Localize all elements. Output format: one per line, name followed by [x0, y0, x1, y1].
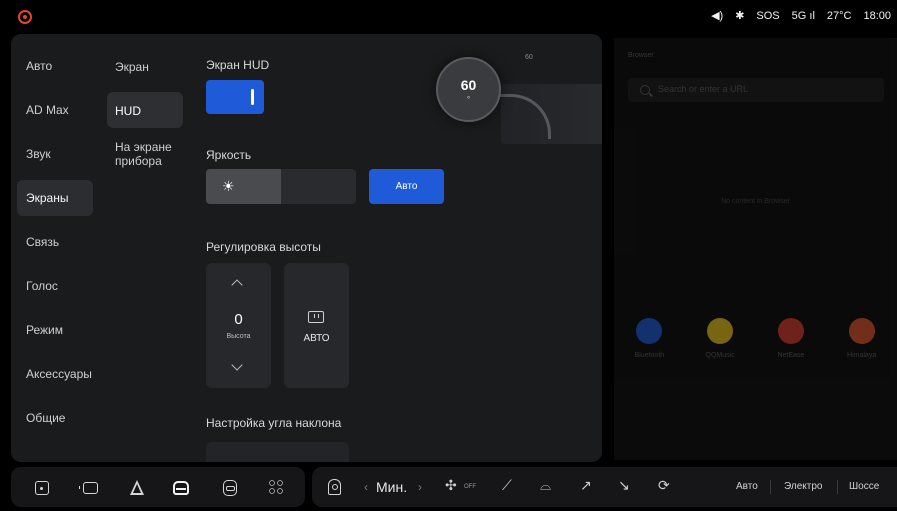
tilt-title: Настройка угла наклона [206, 416, 342, 430]
climate-mode-value: Мин. [376, 479, 408, 495]
apps-grid-icon[interactable] [269, 480, 283, 494]
fan-off-label: OFF [464, 484, 476, 490]
hud-speed-unit: ° [466, 95, 471, 104]
app-label: QQMusic [705, 352, 735, 359]
nav-item-screens[interactable]: Экраны [17, 180, 93, 216]
height-auto-label: АВТО [303, 333, 330, 344]
sun-icon: ☀ [222, 178, 235, 194]
bluetooth-app-icon [636, 318, 663, 344]
nav-item-connection[interactable]: Связь [17, 224, 93, 260]
hud-settings: Экран HUD 60 60 ° Яркость ☀ Авто Регулир… [206, 34, 602, 462]
height-value: 0 [234, 311, 243, 328]
climate-decrease-icon[interactable]: ‹ [364, 480, 368, 494]
hud-toggle[interactable] [206, 80, 264, 114]
nav-item-accessories[interactable]: Аксессуары [17, 356, 93, 392]
browser-window: Browser Search or enter a URL No content… [614, 38, 897, 460]
brightness-slider-fill [206, 169, 281, 204]
browser-search-input[interactable]: Search or enter a URL [628, 78, 884, 102]
fan-icon[interactable]: ✣ [445, 477, 457, 494]
brightness-slider[interactable]: ☀ [206, 169, 356, 204]
nav-item-voice[interactable]: Голос [17, 268, 93, 304]
recirculation-icon[interactable]: ⟳ [658, 477, 670, 494]
browser-empty-text: No content in Browser [721, 198, 790, 205]
primary-nav: Авто AD Max Звук Экраны Связь Голос Режи… [11, 34, 103, 462]
status-indicators: ◀) ✱ SOS 5G ıl 27°C 18:00 [711, 9, 891, 23]
network-label: 5G [791, 9, 807, 22]
browser-title: Browser [628, 52, 654, 59]
app-label: NetEase [777, 352, 805, 359]
rear-defrost-icon[interactable]: ⌓ [540, 477, 551, 494]
nav-item-general[interactable]: Общие [17, 400, 93, 436]
app-label: Himalaya [847, 352, 877, 359]
divider [770, 480, 771, 494]
settings-panel: Авто AD Max Звук Экраны Связь Голос Режи… [11, 34, 602, 462]
drive-mode-highway[interactable]: Шоссе [849, 481, 879, 492]
home-icon[interactable] [35, 481, 49, 495]
subnav-item-instrument-display[interactable]: На экране прибора [107, 138, 181, 178]
sos-label[interactable]: SOS [756, 10, 779, 22]
hud-speed-value: 60 [460, 77, 477, 93]
divider [837, 480, 838, 494]
chevron-up-icon[interactable] [231, 279, 243, 291]
app-bluetooth[interactable]: Bluetooth [619, 318, 679, 359]
height-auto-button[interactable]: АВТО [284, 263, 349, 388]
tilt-control[interactable] [206, 442, 349, 462]
brightness-auto-button[interactable]: Авто [369, 169, 444, 204]
tire-pressure-warning-icon [18, 10, 32, 24]
media-icon[interactable] [223, 480, 237, 496]
signal-icon: ıl [809, 9, 815, 22]
vehicle-icon[interactable] [173, 481, 189, 495]
app-netease[interactable]: NetEase [761, 318, 821, 359]
netease-app-icon [777, 318, 804, 344]
seat-icon[interactable] [328, 479, 341, 495]
hud-speed-circle: 60 ° [436, 57, 501, 122]
app-qqmusic[interactable]: QQMusic [690, 318, 750, 359]
split-screen-icon[interactable] [79, 482, 98, 494]
nav-item-auto[interactable]: Авто [17, 48, 93, 84]
nav-item-ad-max[interactable]: AD Max [17, 92, 93, 128]
auto-adjust-icon [308, 311, 324, 323]
drive-mode-electric[interactable]: Электро [784, 481, 822, 492]
seat-heating-icon[interactable]: ⟋ [502, 477, 512, 494]
height-title: Регулировка высоты [206, 240, 321, 254]
app-shortcuts: Bluetooth QQMusic NetEase Himalaya [614, 318, 897, 359]
nav-item-mode[interactable]: Режим [17, 312, 93, 348]
nav-item-sound[interactable]: Звук [17, 136, 93, 172]
drive-mode-auto[interactable]: Авто [736, 481, 758, 492]
volume-icon[interactable]: ◀) [711, 9, 723, 22]
brightness-title: Яркость [206, 148, 252, 162]
height-label: Высота [226, 333, 251, 340]
hud-preview-limit: 60 [525, 54, 533, 61]
bluetooth-icon: ✱ [735, 10, 745, 22]
dock-climate: ‹ Мин. › ✣ OFF ⟋ ⌓ ↗ ↘ ⟳ Авто Электро Шо… [312, 467, 897, 507]
network-indicator: 5G ıl [792, 10, 815, 22]
himalaya-app-icon [848, 318, 875, 344]
chevron-down-icon[interactable] [231, 359, 243, 371]
airflow-face-icon[interactable]: ↗ [580, 477, 592, 494]
music-app-icon [707, 318, 734, 344]
clock: 18:00 [863, 9, 891, 22]
status-bar: ◀) ✱ SOS 5G ıl 27°C 18:00 [0, 0, 897, 34]
dock-navigation [11, 467, 305, 507]
climate-increase-icon[interactable]: › [418, 480, 422, 494]
app-label: Bluetooth [634, 352, 665, 359]
search-icon [640, 85, 650, 95]
airflow-feet-icon[interactable]: ↘ [618, 477, 630, 494]
subnav-item-screen[interactable]: Экран [107, 54, 183, 78]
temperature-label: 27°C [826, 9, 852, 22]
app-himalaya[interactable]: Himalaya [832, 318, 892, 359]
subnav-item-hud[interactable]: HUD [107, 92, 183, 128]
hud-title: Экран HUD [206, 58, 270, 72]
height-stepper: 0 Высота [206, 263, 271, 388]
secondary-nav: Экран HUD На экране прибора [103, 34, 191, 462]
navigation-icon[interactable] [130, 480, 144, 495]
hud-preview: 60 60 ° [431, 54, 602, 164]
